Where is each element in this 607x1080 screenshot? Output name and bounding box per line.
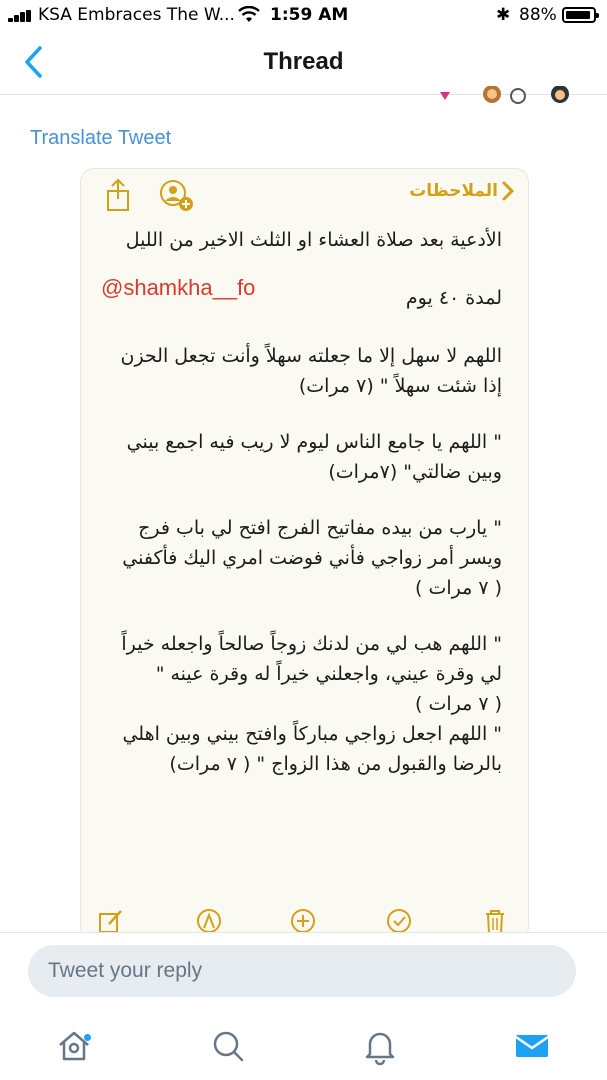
battery-icon [562,7,599,23]
note-line: الأدعية بعد صلاة العشاء او الثلث الاخير … [125,229,502,251]
note-line: ( ٧ مرات ) [415,693,502,715]
emoji-row [430,86,607,108]
note-line: " اللهم اجعل زواجي مباركاً وافتح بيني وب… [122,723,502,745]
reply-input[interactable]: Tweet your reply [28,945,576,997]
notification-dot [84,1034,91,1041]
clock: 1:59 AM [270,5,349,25]
bluetooth-icon: ✱ [496,5,511,25]
note-line: اللهم لا سهل إلا ما جعلته سهلاً وأنت تجع… [120,345,502,367]
signal-icon [8,10,36,22]
chevron-icon [502,181,514,201]
note-line: وبين ضالتي" (٧مرات) [328,461,502,483]
tweet-image[interactable]: الملاحظات الأدعية بعد صلاة العشاء او الث… [80,168,529,940]
battery-percent: 88% [519,5,557,25]
note-line: لمدة ٤٠ يوم [405,287,502,309]
note-line: إذا شئت سهلاً " (٧ مرات) [298,375,502,397]
notes-back-label: الملاحظات [409,181,498,201]
carrier-label: KSA Embraces The W... [38,5,235,25]
share-icon [103,177,133,217]
page-title: Thread [263,48,344,75]
tab-search[interactable] [208,1026,248,1066]
tab-messages[interactable] [512,1026,552,1066]
reply-bar: Tweet your reply [0,932,607,1013]
add-people-icon [157,179,197,217]
note-line: " يارب من بيده مفاتيح الفرج افتح لي باب … [138,517,502,539]
tab-notifications[interactable] [360,1026,400,1066]
watermark: @shamkha__fo [101,275,256,300]
translate-tweet-link[interactable]: Translate Tweet [30,127,171,150]
status-bar: KSA Embraces The W... 1:59 AM ✱ 88% [0,0,607,32]
note-line: لي وقرة عيني، واجعلني خيراً له وقرة عينه… [155,663,502,685]
notes-back-button: الملاحظات [409,181,514,201]
tab-bar [0,1012,607,1080]
note-line: ويسر أمر زواجي فأني فوضت امري اليك فأكفن… [122,547,502,569]
search-icon [213,1031,244,1062]
note-line: " اللهم يا جامع الناس ليوم لا ريب فيه اج… [126,431,502,453]
home-icon [59,1031,89,1061]
note-line: بالرضا والقبول من هذا الزواج " ( ٧ مرات) [169,753,502,775]
mail-icon [515,1035,549,1057]
wifi-icon [238,5,260,29]
note-line: " اللهم هب لي من لدنك زوجاً صالحاً واجعل… [121,633,502,655]
note-line: ( ٧ مرات ) [415,577,502,599]
tab-home[interactable] [54,1026,94,1066]
bell-icon [365,1032,395,1066]
